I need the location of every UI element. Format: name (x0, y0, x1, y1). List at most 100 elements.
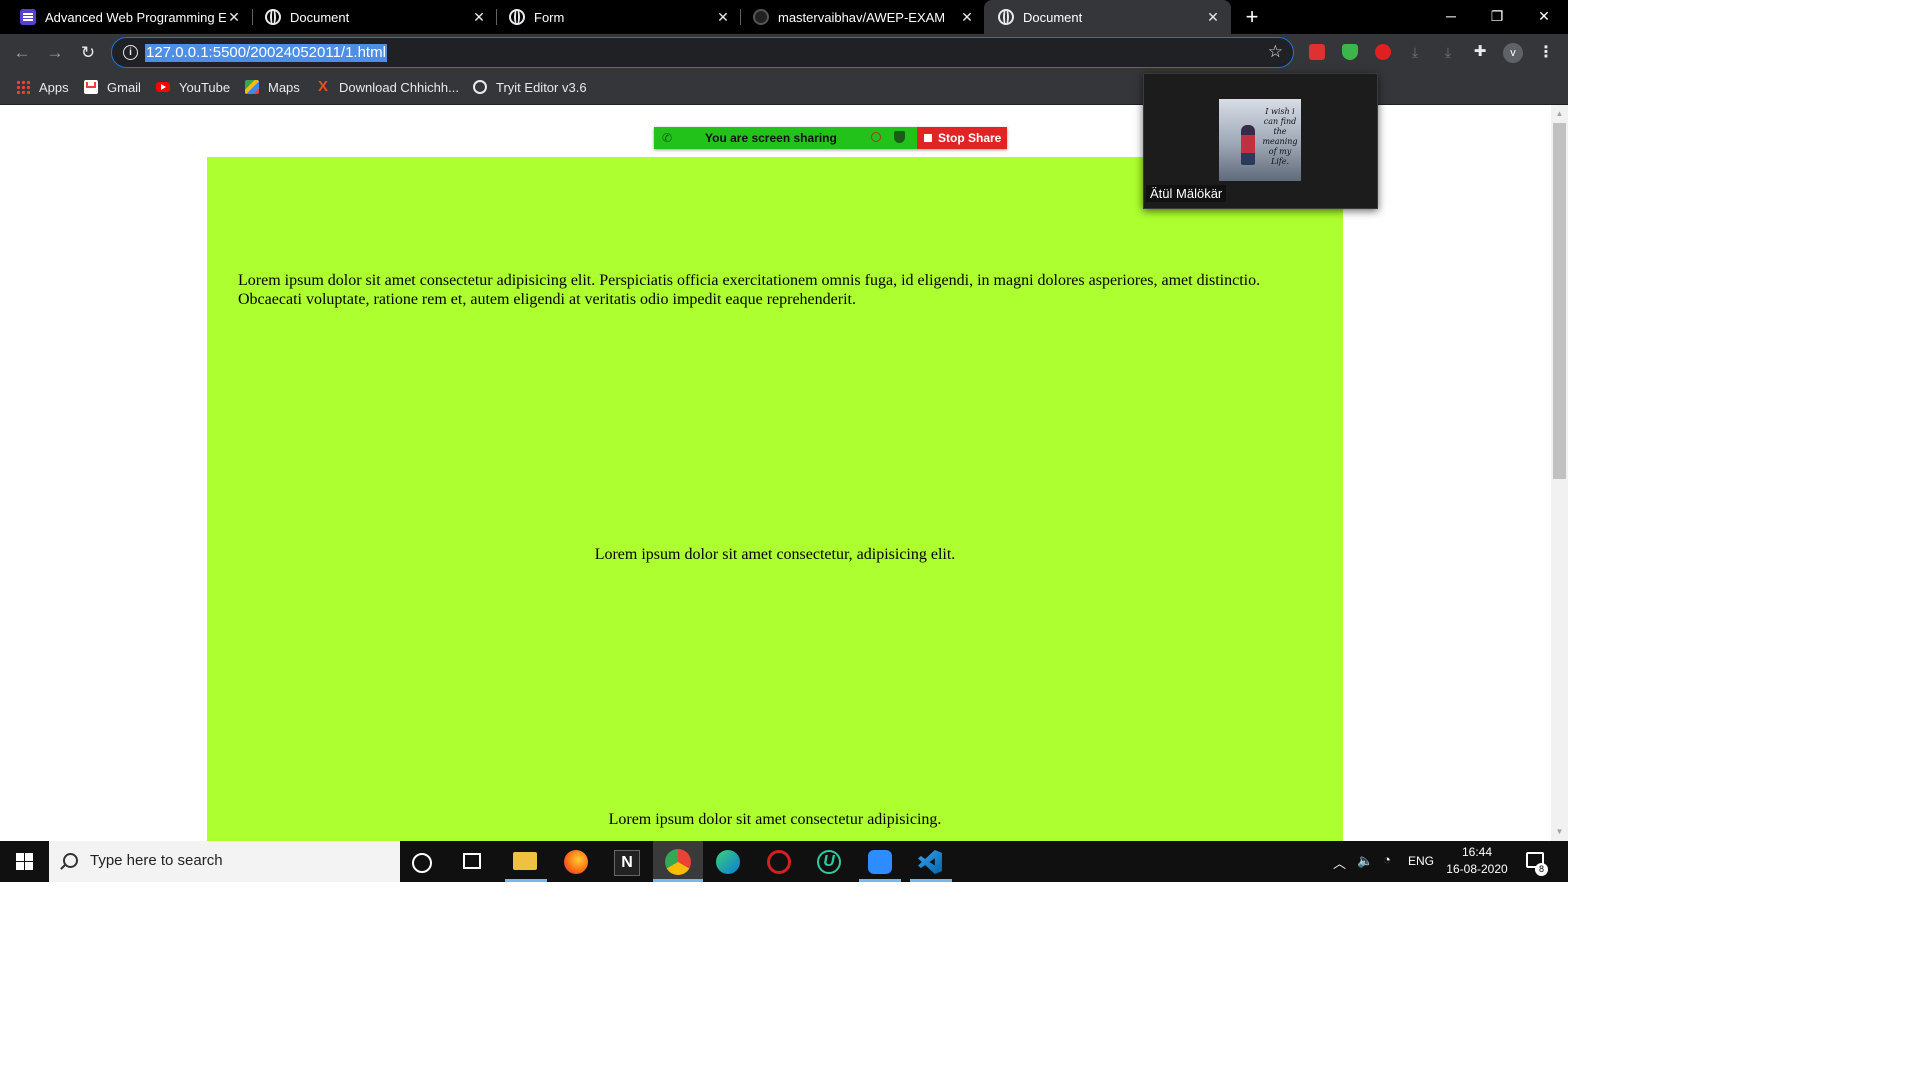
edge-icon[interactable] (716, 850, 740, 874)
taskbar-clock[interactable]: 16:44 16-08-2020 (1440, 844, 1514, 878)
globe-icon (998, 9, 1014, 25)
extension-stop-hand-icon[interactable] (1375, 44, 1391, 60)
windows-taskbar: Type here to search N U ︿ 🔈 ◔ ENG 16:44 … (0, 841, 1568, 882)
maps-icon (245, 80, 259, 94)
url-text[interactable]: 127.0.0.1:5500/20024052011/1.html (145, 44, 387, 62)
running-indicator (505, 879, 547, 882)
site-info-icon[interactable]: i (123, 45, 138, 60)
tab-form[interactable]: Form ✕ (489, 0, 741, 34)
profile-image-quote: I wish i can find the meaning of my Life… (1262, 107, 1298, 166)
vertical-scrollbar[interactable]: ▲ ▼ (1551, 105, 1568, 841)
paragraph-1: Lorem ipsum dolor sit amet consectetur a… (238, 272, 1261, 308)
extension-red-play-icon[interactable] (1309, 44, 1325, 60)
close-icon[interactable]: ✕ (715, 9, 731, 26)
phone-icon: ✆ (662, 131, 673, 145)
participant-video-panel[interactable]: I wish i can find the meaning of my Life… (1143, 73, 1378, 209)
bookmark-label: Download Chhichh... (339, 79, 459, 95)
file-explorer-icon[interactable] (513, 852, 537, 870)
forward-arrow-icon[interactable]: → (42, 40, 68, 66)
globe-icon (473, 80, 487, 94)
bookmark-maps[interactable]: Maps (245, 77, 300, 97)
screen-share-bar[interactable]: ✆ You are screen sharing Stop Share (654, 127, 1007, 149)
bookmark-star-icon[interactable]: ☆ (1268, 42, 1283, 62)
participant-profile-image: I wish i can find the meaning of my Life… (1219, 99, 1301, 181)
minimize-button[interactable]: ─ (1428, 0, 1474, 34)
tab-document-active[interactable]: Document ✕ (984, 0, 1231, 34)
close-icon[interactable]: ✕ (1205, 9, 1221, 26)
running-indicator (910, 879, 952, 882)
globe-icon (509, 9, 525, 25)
bookmark-label: Maps (268, 79, 300, 95)
stop-share-button[interactable]: Stop Share (917, 127, 1007, 149)
tab-github-awep-exam[interactable]: mastervaibhav/AWEP-EXAM ✕ (733, 0, 985, 34)
chrome-icon[interactable] (665, 849, 691, 875)
page-viewport: Lorem ipsum dolor sit amet consectetur a… (0, 105, 1551, 841)
gmail-icon (84, 80, 98, 94)
scrollbar-thumb[interactable] (1553, 123, 1566, 479)
bookmark-download[interactable]: X Download Chhichh... (316, 77, 459, 97)
new-tab-button[interactable]: + (1241, 4, 1263, 30)
back-arrow-icon[interactable]: ← (9, 40, 35, 66)
extension-shield-icon[interactable] (1342, 44, 1358, 60)
globe-icon (265, 9, 281, 25)
search-icon (63, 853, 78, 868)
firefox-icon[interactable] (564, 850, 588, 874)
bookmark-tryit-editor[interactable]: Tryit Editor v3.6 (473, 77, 587, 97)
share-status-text: You are screen sharing (705, 131, 837, 145)
bookmark-apps[interactable]: Apps (16, 77, 69, 97)
close-window-button[interactable]: ✕ (1521, 0, 1567, 34)
profile-avatar[interactable]: v (1503, 43, 1523, 63)
tab-title: Document (1023, 9, 1083, 25)
tab-title: Advanced Web Programming En (45, 9, 226, 25)
zoom-icon[interactable] (868, 850, 892, 874)
close-icon[interactable]: ✕ (959, 9, 975, 26)
wifi-icon[interactable]: ◔ (1383, 852, 1391, 867)
tab-document-1[interactable]: Document ✕ (245, 0, 497, 34)
content-container: Lorem ipsum dolor sit amet consectetur a… (207, 157, 1343, 841)
red-app-icon[interactable] (767, 850, 791, 874)
clock-date: 16-08-2020 (1446, 862, 1508, 876)
bookmark-youtube[interactable]: YouTube (156, 77, 230, 97)
volume-icon[interactable]: 🔈 (1357, 853, 1373, 869)
search-placeholder: Type here to search (90, 852, 223, 869)
tab-title: Form (534, 9, 565, 25)
restore-button[interactable]: ❐ (1474, 0, 1520, 34)
tab-strip: Advanced Web Programming En ✕ Document ✕… (0, 0, 1568, 34)
download-arrow-icon[interactable]: ⤓ (1407, 44, 1423, 60)
close-icon[interactable]: ✕ (471, 9, 487, 26)
bookmark-gmail[interactable]: Gmail (84, 77, 141, 97)
windows-start-icon[interactable] (16, 853, 33, 870)
notification-count-badge: 8 (1535, 863, 1548, 876)
upwork-icon[interactable]: U (817, 850, 841, 874)
bookmark-label: Gmail (107, 79, 141, 95)
person-figure (1241, 125, 1255, 165)
document-list-icon (20, 9, 36, 25)
reload-icon[interactable]: ↻ (75, 40, 101, 66)
vscode-icon[interactable] (918, 850, 942, 874)
github-icon (753, 9, 769, 25)
youtube-icon (156, 82, 170, 92)
record-icon[interactable] (871, 132, 881, 142)
taskbar-search-box[interactable]: Type here to search (49, 841, 400, 882)
notion-icon[interactable]: N (614, 850, 640, 876)
tab-advanced-web-programming[interactable]: Advanced Web Programming En ✕ (0, 0, 252, 34)
extensions-puzzle-icon[interactable]: ✚ (1472, 44, 1488, 60)
scroll-up-arrow-icon[interactable]: ▲ (1551, 107, 1568, 121)
cortana-icon[interactable] (412, 853, 432, 873)
security-shield-icon[interactable] (894, 131, 905, 143)
scroll-down-arrow-icon[interactable]: ▼ (1551, 825, 1568, 839)
task-view-icon[interactable] (463, 853, 481, 869)
address-bar[interactable]: i 127.0.0.1:5500/20024052011/1.html ☆ (111, 37, 1294, 68)
bookmark-label: Tryit Editor v3.6 (496, 79, 587, 95)
tab-title: Document (290, 9, 350, 25)
language-indicator[interactable]: ENG (1408, 854, 1434, 868)
share-status-area[interactable]: ✆ You are screen sharing (654, 127, 917, 149)
show-hidden-icons-chevron-up-icon[interactable]: ︿ (1333, 853, 1346, 872)
menu-kebab-icon[interactable]: ⋮ (1538, 42, 1554, 62)
bookmark-label: YouTube (179, 79, 231, 95)
close-icon[interactable]: ✕ (226, 9, 242, 26)
browser-toolbar: ← → ↻ i 127.0.0.1:5500/20024052011/1.htm… (0, 34, 1568, 71)
download-arrow-icon[interactable]: ⤓ (1440, 44, 1456, 60)
paragraph-3: Lorem ipsum dolor sit amet consectetur a… (608, 811, 942, 828)
tab-title: mastervaibhav/AWEP-EXAM (778, 9, 946, 25)
